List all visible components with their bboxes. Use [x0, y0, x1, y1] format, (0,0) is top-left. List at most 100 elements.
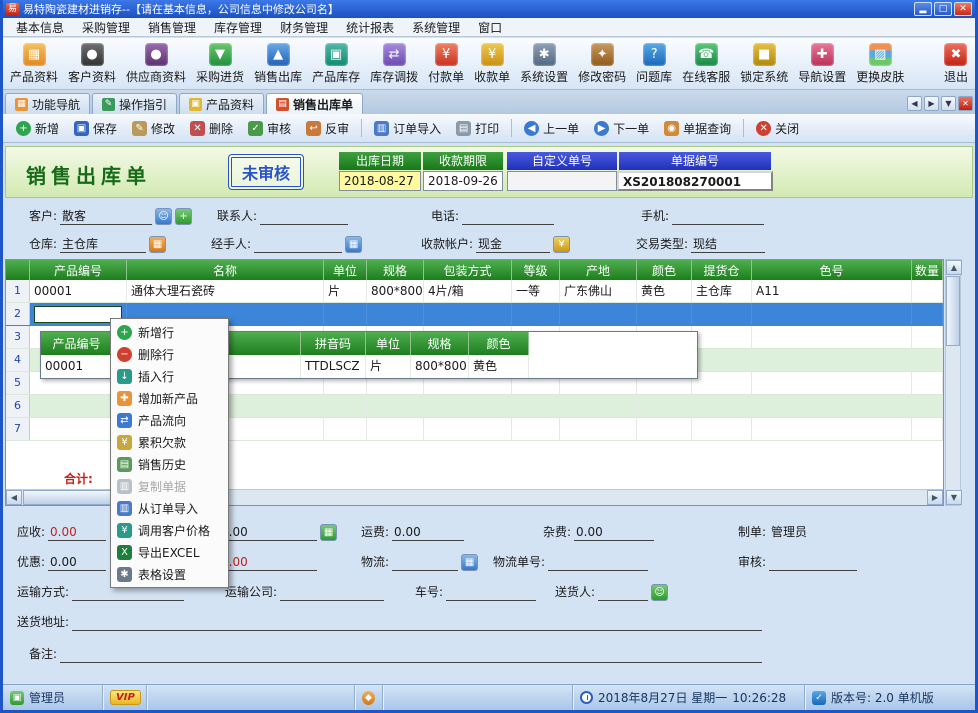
minimize-button[interactable]: ▂ — [914, 2, 932, 16]
menu-add-new-product[interactable]: 增加新产品 — [113, 387, 226, 409]
receivable-input[interactable]: 0.00 — [48, 524, 106, 541]
menu-table-settings[interactable]: 表格设置 — [113, 563, 226, 585]
grid-row-1[interactable]: 1 00001 通体大理石瓷砖 片 800*800 4片/箱 一等 广东佛山 黄… — [6, 280, 943, 303]
stock-transfer-button[interactable]: 库存调拨 — [365, 41, 423, 87]
menu-add-row[interactable]: 新增行 — [113, 321, 226, 343]
warehouse-browse-button[interactable]: ▦ — [149, 236, 166, 253]
address-input[interactable] — [72, 614, 762, 631]
customer-add-button[interactable]: + — [175, 208, 192, 225]
sales-out-button[interactable]: 销售出库 — [249, 41, 307, 87]
change-password-button[interactable]: 修改密码 — [573, 41, 631, 87]
scroll-up-arrow[interactable]: ▲ — [946, 260, 962, 275]
logistics-no-input[interactable] — [548, 554, 648, 571]
misc-fee-input[interactable]: 0.00 — [574, 524, 654, 541]
menu-system[interactable]: 系统管理 — [403, 17, 469, 38]
phone-input[interactable] — [462, 208, 554, 225]
tab-operation-guide[interactable]: 操作指引 — [92, 93, 177, 114]
tab-sales-out-order[interactable]: 销售出库单 — [266, 93, 363, 114]
customer-browse-button[interactable]: ☺ — [155, 208, 172, 225]
menu-finance[interactable]: 财务管理 — [271, 17, 337, 38]
scroll-right-arrow[interactable]: ▶ — [927, 490, 943, 505]
menu-product-flow[interactable]: 产品流向 — [113, 409, 226, 431]
received-input[interactable]: 0.00 — [219, 524, 317, 541]
handler-input[interactable] — [254, 236, 342, 253]
receipt-bill-button[interactable]: 收款单 — [469, 41, 515, 87]
remark-input[interactable] — [60, 646, 762, 663]
tab-scroll-left-button[interactable]: ◀ — [907, 96, 922, 111]
order-import-button[interactable]: 订单导入 — [367, 117, 448, 140]
vertical-scroll-thumb[interactable] — [946, 276, 960, 346]
account-browse-button[interactable]: ¥ — [553, 236, 570, 253]
received-calc-button[interactable]: ▦ — [320, 524, 337, 541]
exit-button[interactable]: 退出 — [939, 41, 973, 87]
discount-input[interactable]: 0.00 — [48, 554, 106, 571]
tab-function-nav[interactable]: 功能导航 — [5, 93, 90, 114]
logistics-input[interactable] — [392, 554, 458, 571]
deliverer-input[interactable] — [598, 584, 648, 601]
tab-scroll-right-button[interactable]: ▶ — [924, 96, 939, 111]
account-input[interactable]: 现金 — [476, 236, 550, 253]
menu-sales[interactable]: 销售管理 — [139, 17, 205, 38]
debt-input[interactable]: 0.00 — [219, 554, 317, 571]
vertical-scrollbar[interactable]: ▲ ▼ — [945, 259, 961, 506]
next-doc-button[interactable]: 下一单 — [587, 117, 656, 140]
unaudit-button[interactable]: 反审 — [299, 117, 356, 140]
online-service-button[interactable]: 在线客服 — [677, 41, 735, 87]
menu-accumulated-debt[interactable]: 累积欠款 — [113, 431, 226, 453]
mobile-input[interactable] — [672, 208, 764, 225]
question-bank-button[interactable]: 问题库 — [631, 41, 677, 87]
menu-export-excel[interactable]: 导出EXCEL — [113, 541, 226, 563]
product-stock-button[interactable]: 产品库存 — [307, 41, 365, 87]
customer-data-button[interactable]: 客户资料 — [63, 41, 121, 87]
scroll-left-arrow[interactable]: ◀ — [6, 490, 22, 505]
trade-type-input[interactable]: 现结 — [691, 236, 765, 253]
new-button[interactable]: 新增 — [9, 117, 66, 140]
warehouse-input[interactable]: 主仓库 — [60, 236, 146, 253]
lock-system-button[interactable]: 锁定系统 — [735, 41, 793, 87]
menu-use-customer-price[interactable]: 调用客户价格 — [113, 519, 226, 541]
product-data-button[interactable]: 产品资料 — [5, 41, 63, 87]
freight-input[interactable]: 0.00 — [392, 524, 464, 541]
deliverer-browse-button[interactable]: ☺ — [651, 584, 668, 601]
vehicle-input[interactable] — [446, 584, 536, 601]
menu-purchase[interactable]: 采购管理 — [73, 17, 139, 38]
tab-list-button[interactable]: ▼ — [941, 96, 956, 111]
grid-cell-editor[interactable] — [34, 306, 122, 323]
due-date-field[interactable]: 2018-09-26 — [423, 171, 503, 191]
save-button[interactable]: 保存 — [67, 117, 124, 140]
prev-doc-button[interactable]: 上一单 — [517, 117, 586, 140]
transport-co-input[interactable] — [280, 584, 384, 601]
audit-button[interactable]: 审核 — [241, 117, 298, 140]
menu-sales-history[interactable]: 销售历史 — [113, 453, 226, 475]
custom-no-field[interactable] — [507, 171, 617, 191]
tab-close-button[interactable]: ✕ — [958, 96, 973, 111]
change-skin-button[interactable]: 更换皮肤 — [851, 41, 909, 87]
close-window-button[interactable]: ✕ — [954, 2, 972, 16]
doc-query-button[interactable]: 单据查询 — [657, 117, 738, 140]
print-button[interactable]: 打印 — [449, 117, 506, 140]
menu-basic-info[interactable]: 基本信息 — [7, 17, 73, 38]
menu-delete-row[interactable]: 删除行 — [113, 343, 226, 365]
menu-inventory[interactable]: 库存管理 — [205, 17, 271, 38]
modify-button[interactable]: 修改 — [125, 117, 182, 140]
purchase-in-button[interactable]: 采购进货 — [191, 41, 249, 87]
payment-bill-button[interactable]: 付款单 — [423, 41, 469, 87]
menu-reports[interactable]: 统计报表 — [337, 17, 403, 38]
menu-insert-row[interactable]: 插入行 — [113, 365, 226, 387]
supplier-data-button[interactable]: 供应商资料 — [121, 41, 191, 87]
close-doc-button[interactable]: 关闭 — [749, 117, 806, 140]
handler-browse-button[interactable]: ▦ — [345, 236, 362, 253]
maximize-button[interactable]: □ — [934, 2, 952, 16]
menu-window[interactable]: 窗口 — [469, 17, 511, 38]
nav-settings-button[interactable]: 导航设置 — [793, 41, 851, 87]
logistics-browse-button[interactable]: ▦ — [461, 554, 478, 571]
delete-button[interactable]: 删除 — [183, 117, 240, 140]
contact-input[interactable] — [260, 208, 348, 225]
out-date-field[interactable]: 2018-08-27 — [339, 171, 421, 191]
customer-input[interactable]: 散客 — [60, 208, 152, 225]
system-settings-button[interactable]: 系统设置 — [515, 41, 573, 87]
menu-import-from-order[interactable]: 从订单导入 — [113, 497, 226, 519]
tab-product-data[interactable]: 产品资料 — [179, 93, 264, 114]
modify-icon — [132, 121, 147, 136]
scroll-down-arrow[interactable]: ▼ — [946, 490, 962, 505]
